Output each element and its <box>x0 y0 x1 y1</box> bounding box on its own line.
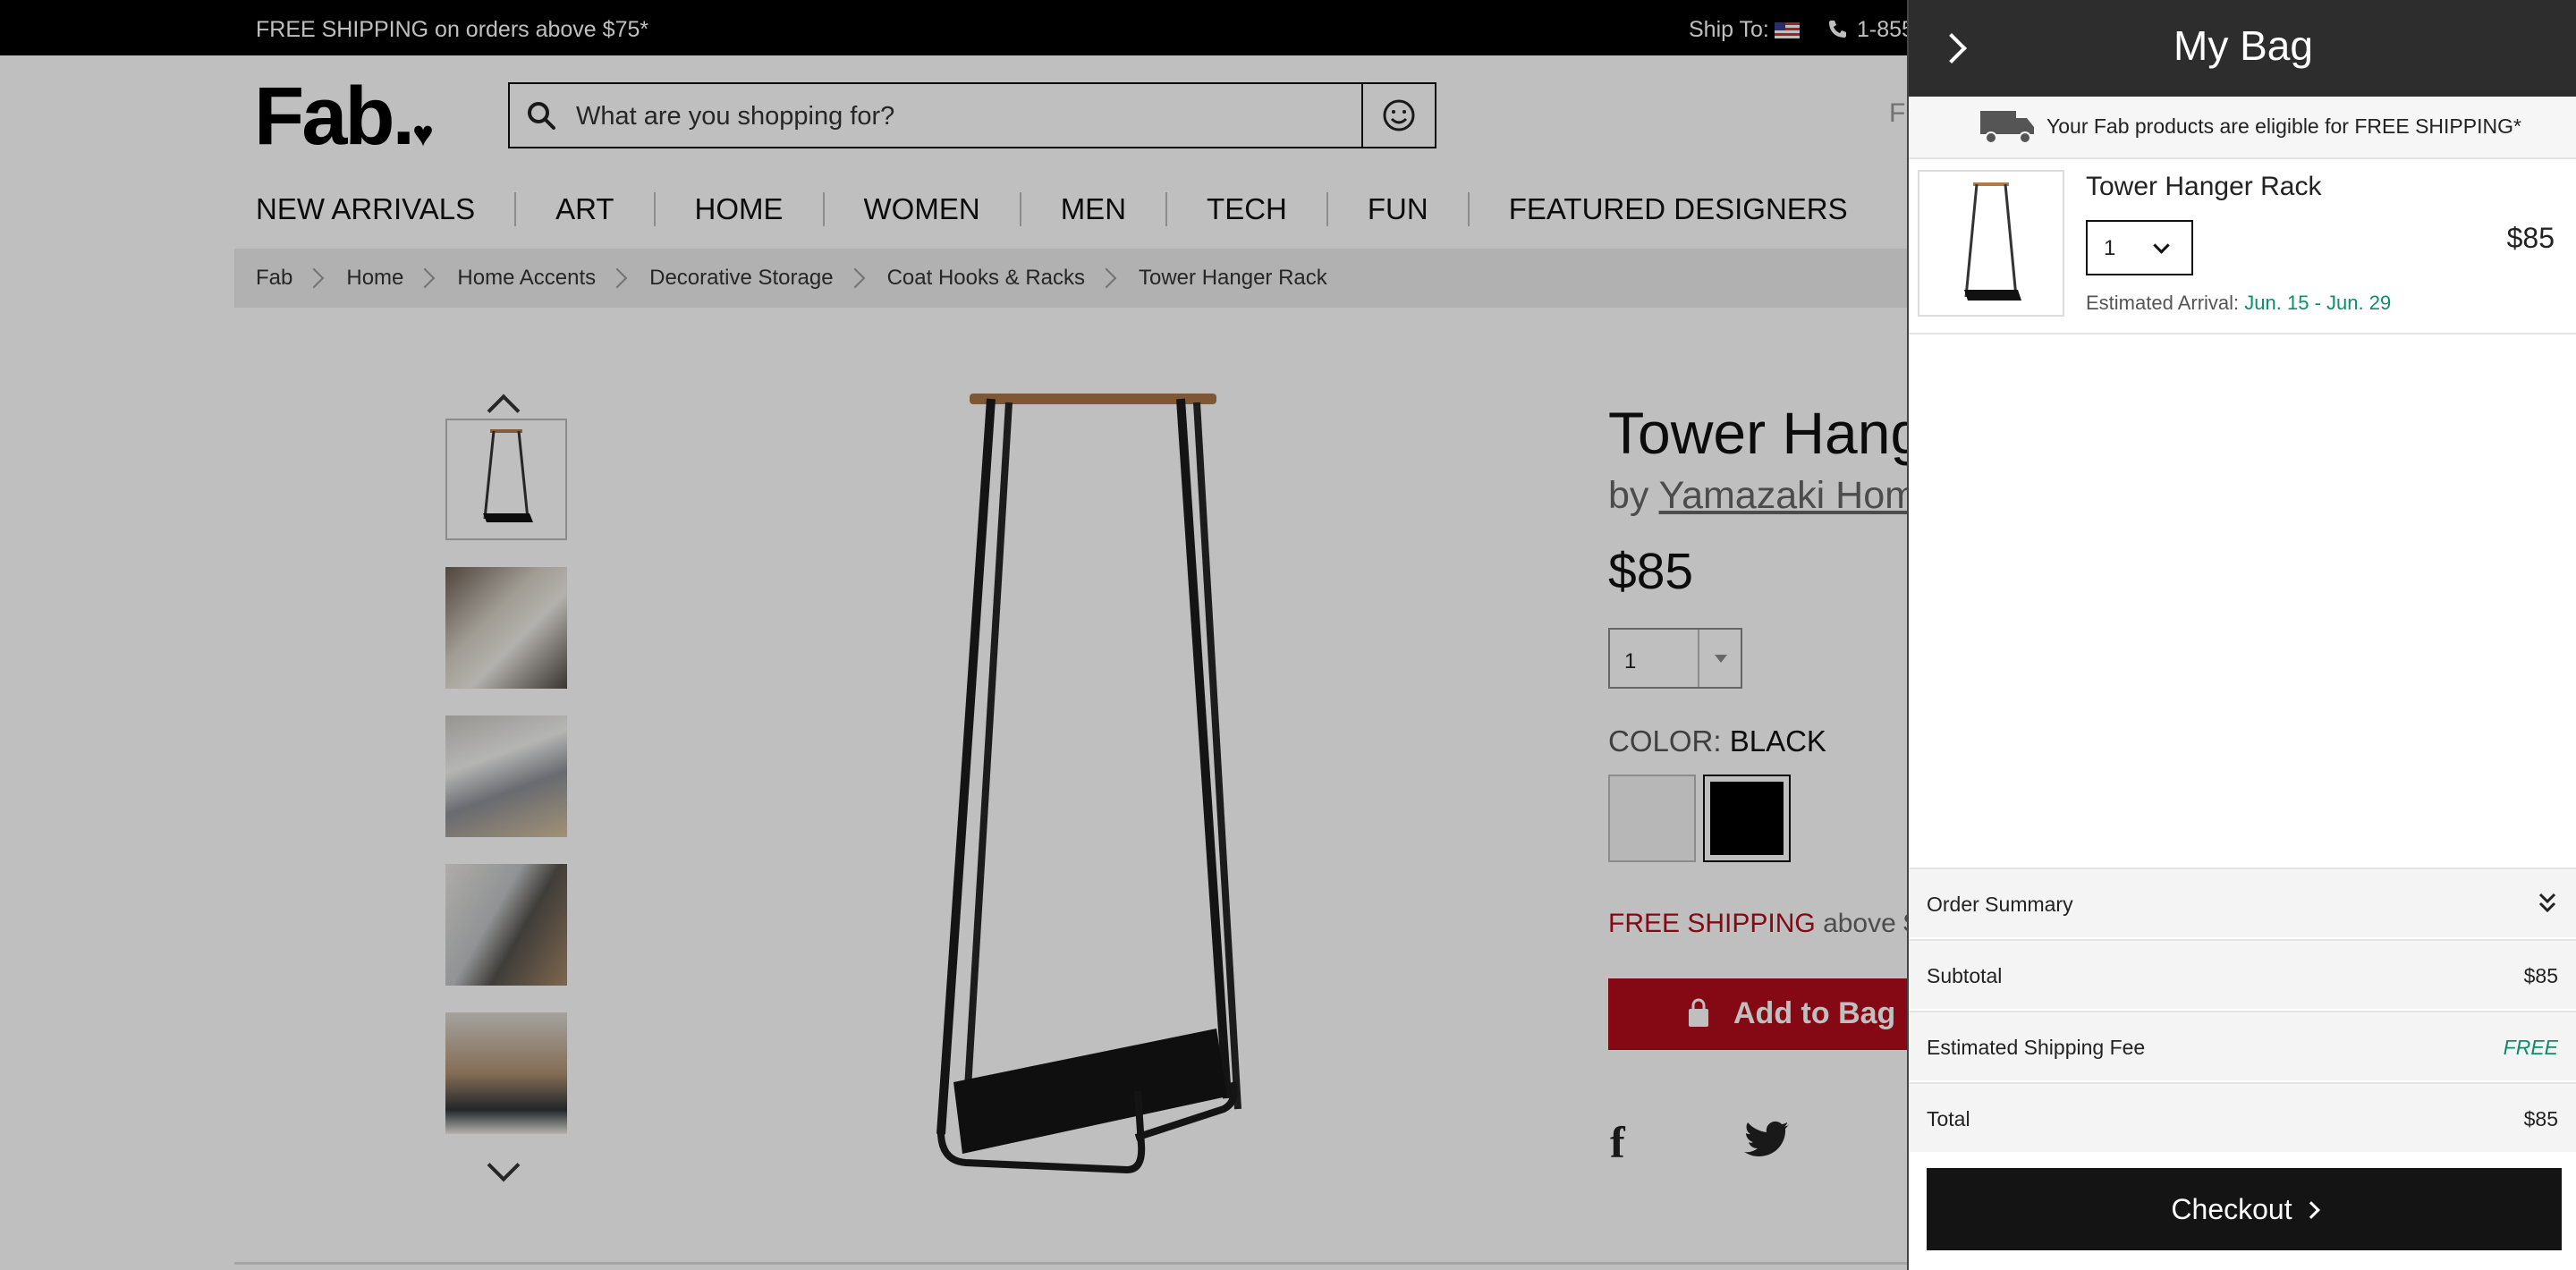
order-summary-label: Order Summary <box>1927 893 2073 916</box>
checkout-button[interactable]: Checkout <box>1927 1168 2562 1250</box>
page-overlay[interactable] <box>0 0 1907 1270</box>
bag-header: My Bag <box>1909 0 2576 97</box>
total-value: $85 <box>2523 1107 2558 1130</box>
bag-title: My Bag <box>2174 22 2313 69</box>
truck-icon <box>1980 111 2034 144</box>
eta-label: Estimated Arrival: <box>2086 292 2240 314</box>
checkout-label: Checkout <box>1927 1193 2562 1226</box>
order-summary-toggle[interactable]: Order Summary <box>1909 868 2576 937</box>
bag-item-image[interactable] <box>1918 170 2064 317</box>
double-chevron-down-icon <box>2538 893 2556 913</box>
bag-panel: My Bag Your Fab products are eligible fo… <box>1907 0 2576 1270</box>
estimated-arrival: Estimated Arrival: Jun. 15 - Jun. 29 <box>2086 292 2391 315</box>
bag-item: Tower Hanger Rack 1 $85 Estimated Arriva… <box>1909 157 2576 334</box>
total-row: Total $85 <box>1909 1082 2576 1152</box>
bag-item-quantity-select[interactable]: 1 <box>2086 220 2193 275</box>
eta-value: Jun. 15 - Jun. 29 <box>2244 292 2392 314</box>
shipping-notice-text: Your Fab products are eligible for FREE … <box>2046 114 2521 138</box>
shipping-fee-value: FREE <box>2503 1036 2558 1059</box>
total-label: Total <box>1927 1107 1970 1130</box>
subtotal-label: Subtotal <box>1927 964 2003 987</box>
bag-item-name[interactable]: Tower Hanger Rack <box>2086 172 2321 202</box>
bag-item-quantity: 1 <box>2104 236 2116 260</box>
subtotal-value: $85 <box>2523 964 2558 987</box>
shipping-fee-row: Estimated Shipping Fee FREE <box>1909 1011 2576 1080</box>
shipping-fee-label: Estimated Shipping Fee <box>1927 1036 2146 1059</box>
chevron-down-icon <box>2153 237 2170 254</box>
subtotal-row: Subtotal $85 <box>1909 939 2576 1009</box>
bag-shipping-notice: Your Fab products are eligible for FREE … <box>1909 97 2576 159</box>
hanger-rack-thumb-image <box>1964 182 2021 301</box>
bag-item-price: $85 <box>2506 222 2555 254</box>
